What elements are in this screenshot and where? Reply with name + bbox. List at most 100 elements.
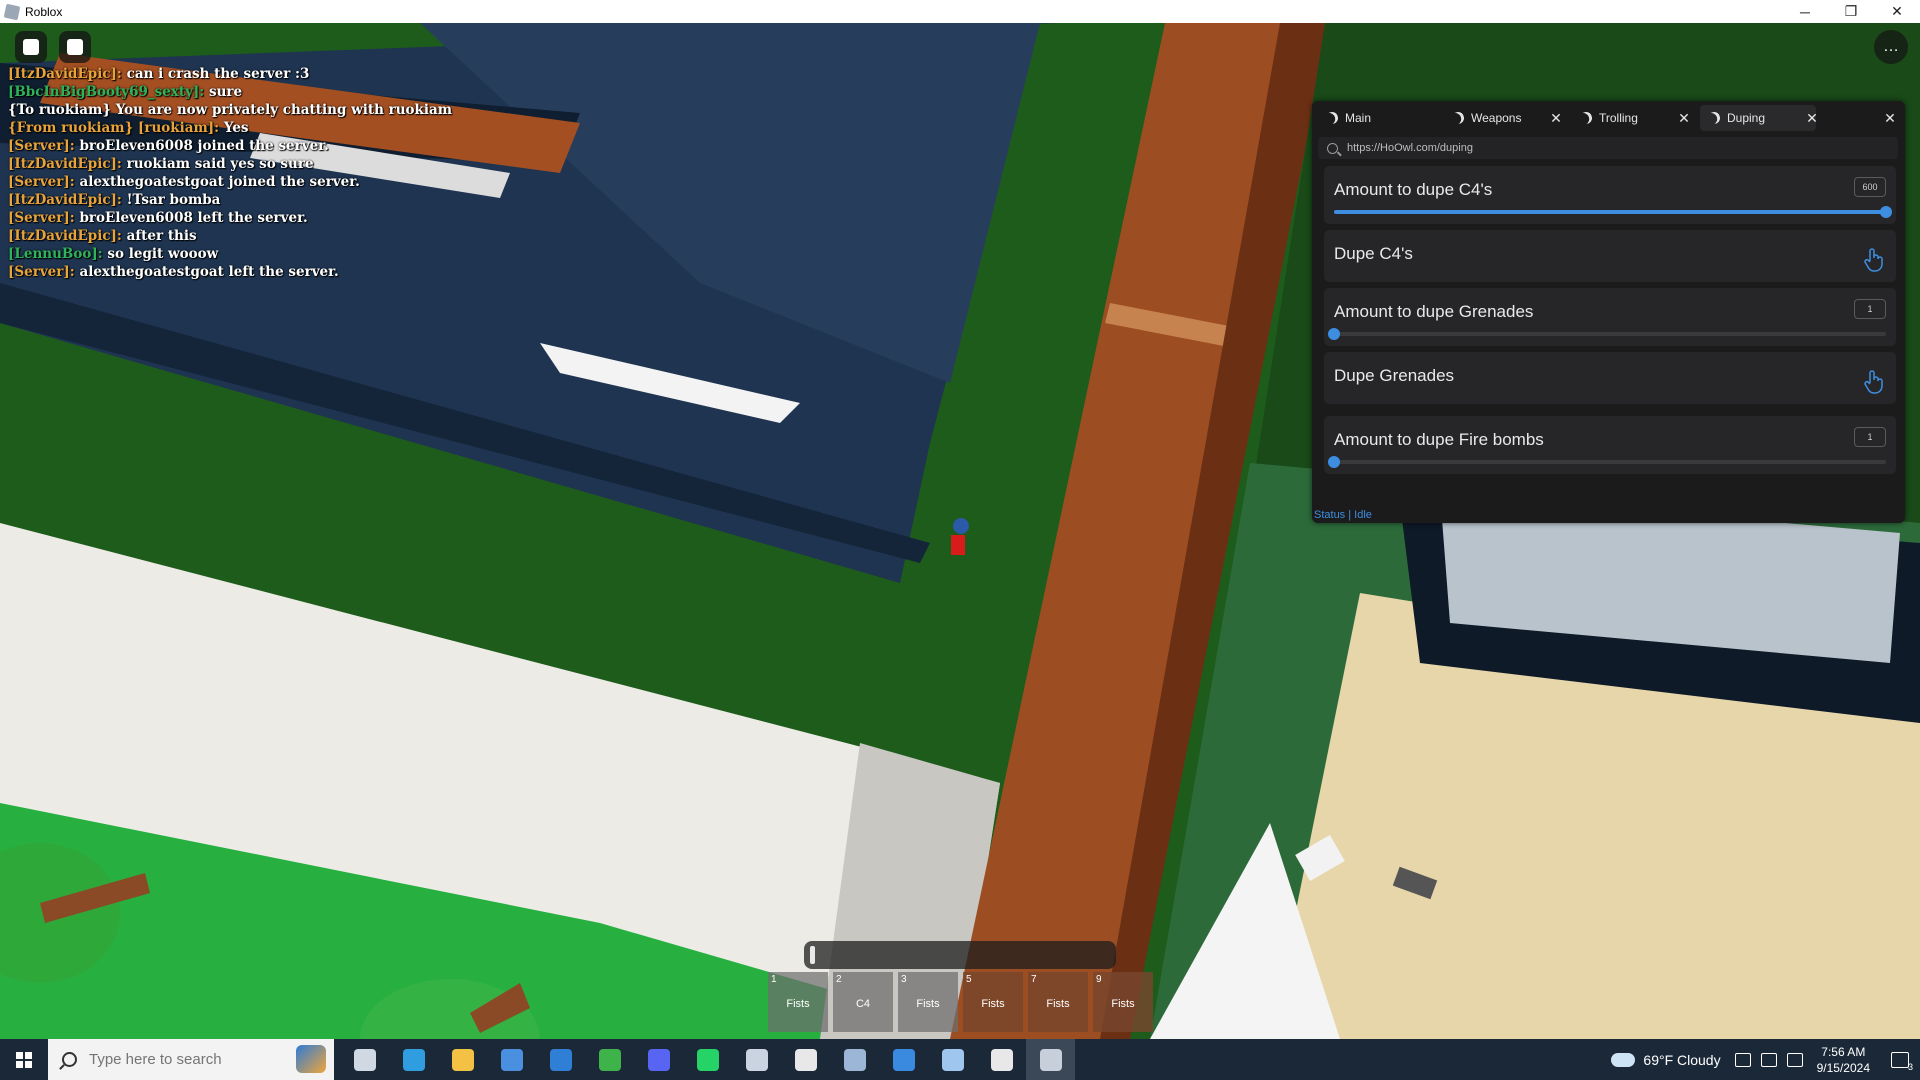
taskbar-app-button[interactable] <box>830 1039 879 1080</box>
cloud-icon <box>1611 1052 1636 1067</box>
script-gui-panel: Main Weapons ✕ Trolling ✕ Duping ✕ ✕ Amo… <box>1312 101 1905 523</box>
chat-speaker: [ItzDavidEpic]: <box>8 228 122 244</box>
hotbar-slot[interactable]: 2 C4 <box>833 972 893 1032</box>
hotbar-slot[interactable]: 1 Fists <box>768 972 828 1032</box>
tab-duping[interactable]: Duping <box>1700 105 1816 131</box>
chat-text: Yes <box>223 120 249 136</box>
windows-taskbar: 69°F Cloudy 7:56 AM 9/15/2024 3 <box>0 1039 1920 1080</box>
taskbar-search-input[interactable] <box>87 1050 301 1069</box>
roblox-logo-icon <box>23 39 39 55</box>
tab-weapons[interactable]: Weapons <box>1444 105 1554 131</box>
chat-speaker: [ItzDavidEpic]: <box>8 156 122 172</box>
start-button[interactable] <box>0 1039 48 1080</box>
gui-close-button[interactable]: ✕ <box>1880 105 1900 131</box>
taskbar-app-button[interactable] <box>1026 1039 1075 1080</box>
slider-knob[interactable] <box>1328 328 1340 340</box>
chat-message: [ItzDavidEpic]: after this <box>8 227 528 245</box>
slider-value-box[interactable]: 600 <box>1854 177 1886 197</box>
chat-text: alexthegoatestgoat left the server. <box>79 264 339 280</box>
taskbar-app-button[interactable] <box>928 1039 977 1080</box>
slider-track[interactable] <box>1328 328 1886 340</box>
taskbar-app-button[interactable] <box>340 1039 389 1080</box>
hotbar: 1 Fists 2 C4 3 Fists 5 Fists 7 Fists 9 Fists <box>768 972 1158 1032</box>
chat-speaker: [ItzDavidEpic]: <box>8 66 122 82</box>
hoyo-icon <box>598 1048 621 1071</box>
chat-message: [ItzDavidEpic]: can i crash the server :… <box>8 65 528 83</box>
taskbar-app-button[interactable] <box>487 1039 536 1080</box>
hotbar-slot[interactable]: 5 Fists <box>963 972 1023 1032</box>
taskbar-app-button[interactable] <box>879 1039 928 1080</box>
tab-main[interactable]: Main <box>1318 105 1438 131</box>
chat-speaker: [BbcInBigBooty69_sexty]: <box>8 84 205 100</box>
minimize-button[interactable]: ─ <box>1782 0 1828 23</box>
network-icon[interactable] <box>1734 1052 1751 1067</box>
weather-widget[interactable]: 69°F Cloudy <box>1611 1051 1721 1068</box>
taskbar-app-button[interactable] <box>683 1039 732 1080</box>
taskbar-app-button[interactable] <box>389 1039 438 1080</box>
chat-speaker: {From ruokiam} [ruokiam]: <box>8 120 220 136</box>
tab-duping-close[interactable]: ✕ <box>1802 105 1822 131</box>
more-options-button[interactable]: … <box>1874 30 1908 64</box>
slider-row-grenades: Amount to dupe Grenades 1 <box>1324 288 1896 346</box>
button-label: Dupe Grenades <box>1334 366 1455 385</box>
tab-trolling-close[interactable]: ✕ <box>1674 105 1694 131</box>
chat-text: alexthegoatestgoat joined the server. <box>79 174 360 190</box>
hotbar-slot[interactable]: 3 Fists <box>898 972 958 1032</box>
weather-text: 69°F Cloudy <box>1643 1051 1721 1068</box>
slider-knob[interactable] <box>1880 206 1892 218</box>
dupe-c4-button[interactable]: Dupe C4's <box>1324 230 1896 282</box>
hotbar-slot[interactable]: 7 Fists <box>1028 972 1088 1032</box>
taskbar-app-button[interactable] <box>536 1039 585 1080</box>
slider-value-box[interactable]: 1 <box>1854 299 1886 319</box>
slot-item-name: Fists <box>1046 998 1070 1010</box>
slot-item-name: Fists <box>1111 998 1135 1010</box>
chat-text: broEleven6008 joined the server. <box>79 138 329 154</box>
taskbar-app-button[interactable] <box>438 1039 487 1080</box>
store-icon <box>500 1048 523 1071</box>
tab-label: Main <box>1345 111 1372 125</box>
slider-fill <box>1334 210 1886 214</box>
url-input[interactable] <box>1345 141 1849 155</box>
maximize-button[interactable]: ❐ <box>1828 0 1874 23</box>
notification-center-button[interactable]: 3 <box>1880 1039 1920 1080</box>
taskbar-app-button[interactable] <box>585 1039 634 1080</box>
health-bar <box>804 941 1116 969</box>
chat-speaker: [Server]: <box>8 174 75 190</box>
volume-icon[interactable] <box>1760 1052 1777 1067</box>
moon-icon <box>1324 110 1339 125</box>
battery-icon[interactable] <box>1786 1052 1803 1067</box>
taskbar-app-button[interactable] <box>977 1039 1026 1080</box>
roblox-app-icon <box>3 3 21 20</box>
roblox-icon <box>1039 1048 1062 1071</box>
dupe-grenades-button[interactable]: Dupe Grenades <box>1324 352 1896 404</box>
snipping-icon <box>892 1048 915 1071</box>
slider-knob[interactable] <box>1328 456 1340 468</box>
chat-toggle-button[interactable] <box>59 31 91 63</box>
tab-weapons-close[interactable]: ✕ <box>1546 105 1566 131</box>
slider-value-box[interactable]: 1 <box>1854 427 1886 447</box>
whatsapp-icon <box>696 1048 719 1071</box>
close-button[interactable]: ✕ <box>1874 0 1920 23</box>
slot-number: 2 <box>836 974 842 985</box>
security-icon <box>794 1048 817 1071</box>
gui-content: Amount to dupe C4's 600 Dupe C4's Amount… <box>1324 166 1896 506</box>
chat-message: {From ruokiam} [ruokiam]: Yes <box>8 119 528 137</box>
hotbar-slot[interactable]: 9 Fists <box>1093 972 1153 1032</box>
slider-track[interactable] <box>1328 456 1886 468</box>
chat-message: [Server]: alexthegoatestgoat joined the … <box>8 173 528 191</box>
tab-trolling[interactable]: Trolling <box>1572 105 1682 131</box>
taskbar-app-button[interactable] <box>732 1039 781 1080</box>
taskbar-app-button[interactable] <box>634 1039 683 1080</box>
taskbar-search[interactable] <box>48 1039 334 1080</box>
roblox-menu-button[interactable] <box>15 31 47 63</box>
clock-time: 7:56 AM <box>1821 1044 1866 1059</box>
taskbar-clock[interactable]: 7:56 AM 9/15/2024 <box>1817 1044 1870 1076</box>
slider-track[interactable] <box>1334 206 1892 218</box>
moon-icon <box>1450 110 1465 125</box>
taskbar-app-button[interactable] <box>781 1039 830 1080</box>
chat-text: !Tsar bomba <box>126 192 221 208</box>
windows-logo-icon <box>16 1051 32 1068</box>
notification-icon <box>1891 1051 1909 1068</box>
chat-message: [ItzDavidEpic]: !Tsar bomba <box>8 191 528 209</box>
search-icon <box>62 1052 77 1067</box>
